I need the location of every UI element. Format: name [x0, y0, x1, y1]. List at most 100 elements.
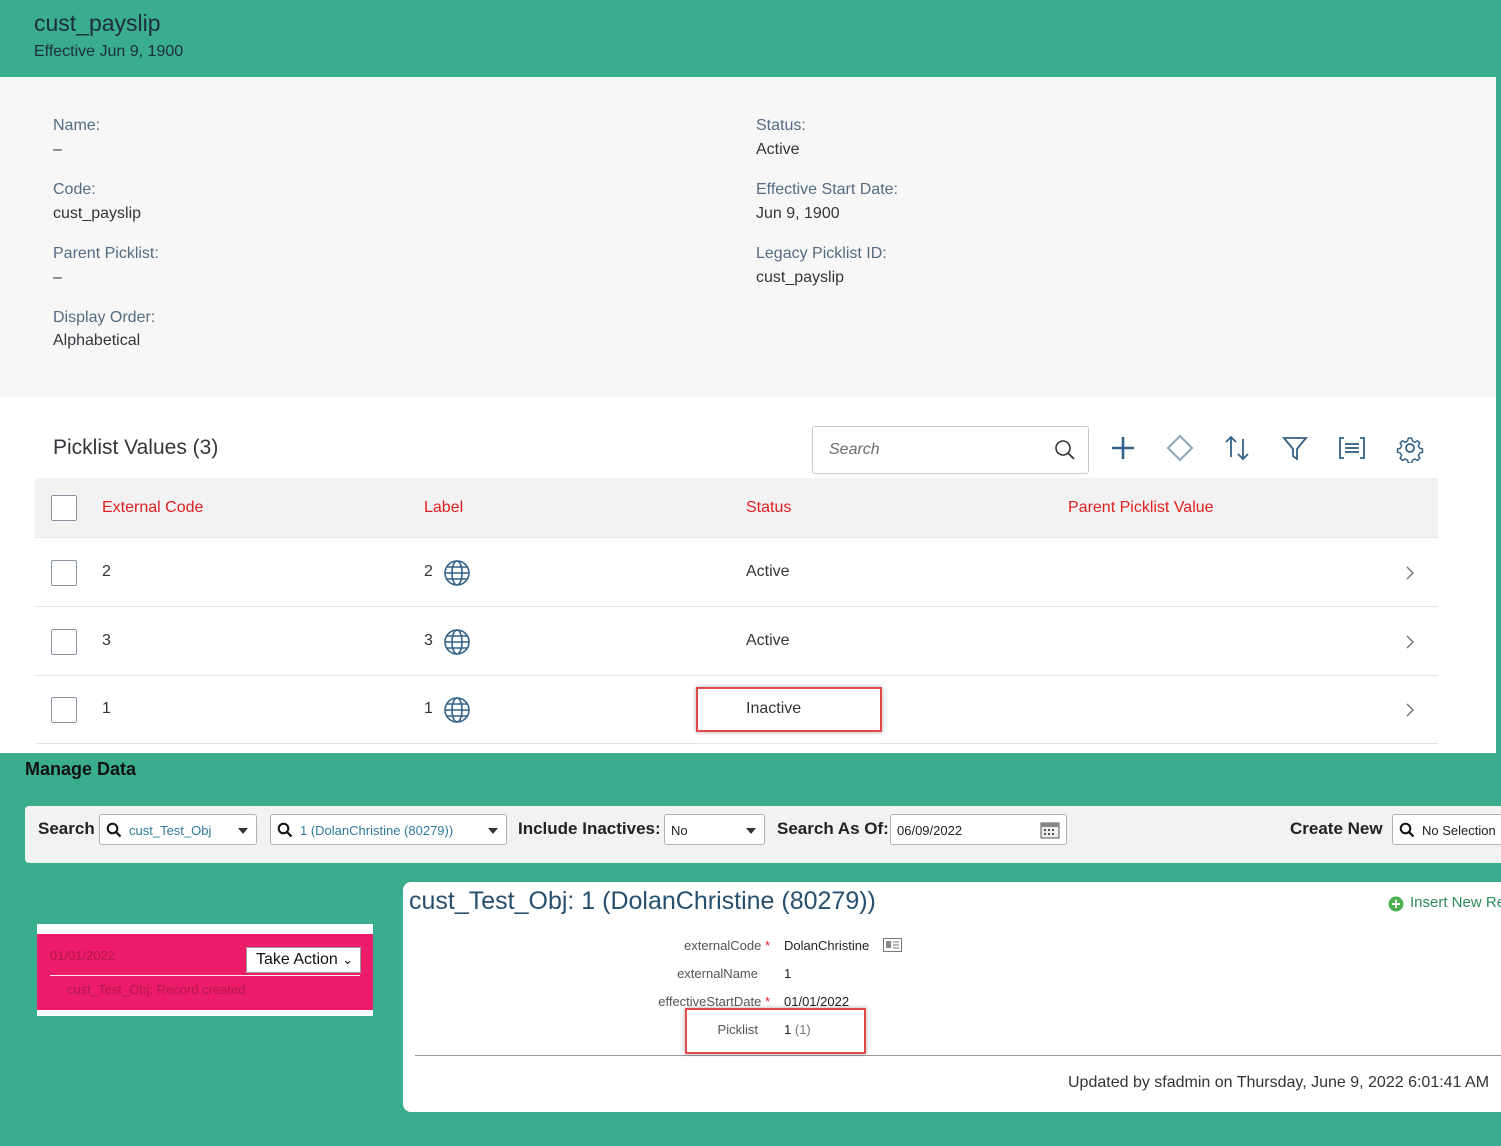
- name-value: –: [53, 141, 62, 158]
- filter-icon[interactable]: [1280, 433, 1310, 463]
- column-external-code[interactable]: External Code: [102, 499, 203, 517]
- manage-data-title: Manage Data: [25, 759, 137, 779]
- create-new-label: Create New: [1290, 819, 1383, 838]
- row-status: Active: [746, 632, 790, 649]
- object-type-select[interactable]: cust_Test_Obj: [99, 814, 257, 845]
- add-icon[interactable]: [1108, 433, 1138, 463]
- search-label: Search: [38, 819, 95, 838]
- search-icon: [277, 822, 293, 838]
- name-label: Name:: [53, 117, 101, 134]
- create-new-select[interactable]: No Selection: [1392, 814, 1501, 845]
- updated-info: Updated by sfadmin on Thursday, June 9, …: [1068, 1074, 1490, 1091]
- details-panel: Name: – Code: cust_payslip Parent Pickli…: [0, 77, 1496, 397]
- divider: [50, 975, 360, 976]
- history-entry[interactable]: 01/01/2022 Take Action ⌄ cust_Test_Obj: …: [37, 934, 373, 1010]
- external-name-value: 1: [784, 966, 792, 981]
- dropdown-arrow-icon: [238, 828, 248, 834]
- add-circle-icon[interactable]: [1388, 896, 1404, 912]
- row-status: Active: [746, 563, 790, 580]
- status-label: Status:: [756, 117, 806, 134]
- code-value: cust_payslip: [53, 205, 142, 222]
- picklist-search-input[interactable]: Search: [812, 426, 1089, 474]
- row-label: 3: [424, 632, 433, 649]
- row-external-code: 3: [102, 632, 111, 649]
- object-type-value: cust_Test_Obj: [129, 823, 212, 838]
- row-checkbox[interactable]: [51, 560, 77, 586]
- column-parent-picklist-value[interactable]: Parent Picklist Value: [1068, 499, 1214, 517]
- sort-icon[interactable]: [1222, 433, 1252, 463]
- search-as-of-value: 06/09/2022: [897, 823, 963, 838]
- row-label: 2: [424, 563, 433, 580]
- display-order-label: Display Order:: [53, 309, 156, 326]
- effective-start-value: Jun 9, 1900: [756, 205, 840, 222]
- effective-subtitle: Effective Jun 9, 1900: [34, 43, 184, 60]
- row-external-code: 1: [102, 700, 111, 717]
- display-order-value: Alphabetical: [53, 332, 141, 349]
- effective-start-label: Effective Start Date:: [756, 181, 898, 198]
- include-inactives-label: Include Inactives:: [518, 819, 661, 838]
- group-icon[interactable]: [1337, 433, 1367, 463]
- search-as-of-date-input[interactable]: 06/09/2022: [890, 814, 1067, 845]
- status-value: Active: [756, 141, 800, 158]
- id-card-icon[interactable]: [883, 938, 902, 952]
- page-title: cust_payslip: [34, 10, 161, 36]
- include-inactives-select[interactable]: No: [664, 814, 765, 845]
- picklist-highlight-box: [685, 1008, 866, 1054]
- chevron-right-icon[interactable]: [1404, 701, 1416, 719]
- external-code-label: externalCode *: [683, 938, 770, 953]
- create-new-value: No Selection: [1422, 823, 1496, 838]
- effective-start-date-label: effectiveStartDate *: [658, 994, 770, 1009]
- parent-picklist-value: –: [53, 269, 62, 286]
- column-status[interactable]: Status: [746, 499, 791, 517]
- globe-icon[interactable]: [443, 696, 471, 724]
- row-checkbox[interactable]: [51, 629, 77, 655]
- record-value: 1 (DolanChristine (80279)): [300, 823, 454, 838]
- insert-new-record-link[interactable]: Insert New Re: [1410, 894, 1501, 911]
- search-icon: [1399, 822, 1415, 838]
- history-date: 01/01/2022: [50, 948, 116, 963]
- search-icon[interactable]: [1054, 439, 1076, 461]
- record-card: cust_Test_Obj: 1 (DolanChristine (80279)…: [403, 882, 1501, 1112]
- record-title: cust_Test_Obj: 1 (DolanChristine (80279)…: [409, 887, 876, 915]
- take-action-button[interactable]: Take Action ⌄: [246, 947, 361, 973]
- effective-start-date-value: 01/01/2022: [784, 994, 850, 1009]
- history-panel: 01/01/2022 Take Action ⌄ cust_Test_Obj: …: [37, 924, 373, 1016]
- include-inactives-value: No: [671, 823, 688, 838]
- settings-gear-icon[interactable]: [1395, 433, 1425, 463]
- chevron-right-icon[interactable]: [1404, 564, 1416, 582]
- dropdown-arrow-icon: [488, 828, 498, 834]
- search-as-of-label: Search As Of:: [777, 819, 889, 838]
- legacy-id-value: cust_payslip: [756, 269, 845, 286]
- record-select[interactable]: 1 (DolanChristine (80279)): [270, 814, 507, 845]
- table-row[interactable]: 2 2 Active: [35, 539, 1438, 607]
- chevron-down-icon: ⌄: [342, 952, 354, 967]
- table-header: External Code Label Status Parent Pickli…: [35, 478, 1438, 538]
- legacy-id-label: Legacy Picklist ID:: [756, 245, 887, 262]
- column-label[interactable]: Label: [424, 499, 463, 517]
- manage-data-search-bar: Search cust_Test_Obj 1 (DolanChristine (…: [25, 806, 1501, 863]
- row-label: 1: [424, 700, 433, 717]
- code-label: Code:: [53, 181, 96, 198]
- table-row[interactable]: 3 3 Active: [35, 608, 1438, 676]
- divider: [415, 1055, 1501, 1056]
- picklist-toolbar: Picklist Values (3) Search: [35, 422, 1438, 478]
- search-icon: [106, 822, 122, 838]
- dropdown-arrow-icon: [746, 828, 756, 834]
- picklist-title: Picklist Values (3): [53, 436, 219, 459]
- object-header: cust_payslip Effective Jun 9, 1900: [0, 0, 1501, 77]
- calendar-icon[interactable]: [1040, 820, 1060, 839]
- row-external-code: 2: [102, 563, 111, 580]
- inactive-highlight-box: [696, 687, 882, 732]
- external-name-label: externalName: [677, 966, 758, 981]
- take-action-label: Take Action: [256, 951, 338, 968]
- row-checkbox[interactable]: [51, 697, 77, 723]
- parent-picklist-label: Parent Picklist:: [53, 245, 159, 262]
- select-all-checkbox[interactable]: [51, 495, 77, 521]
- globe-icon[interactable]: [443, 559, 471, 587]
- chevron-right-icon[interactable]: [1404, 633, 1416, 651]
- globe-icon[interactable]: [443, 628, 471, 656]
- external-code-value: DolanChristine: [784, 938, 870, 953]
- search-placeholder: Search: [829, 441, 880, 458]
- history-message: cust_Test_Obj: Record created: [67, 982, 246, 997]
- diamond-icon[interactable]: [1165, 433, 1195, 463]
